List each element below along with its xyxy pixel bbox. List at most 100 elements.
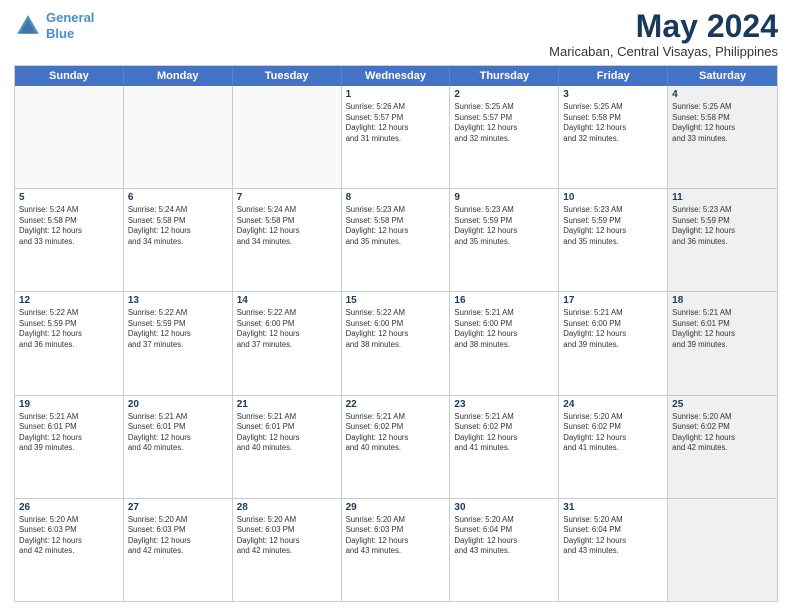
day-info: Sunrise: 5:21 AM Sunset: 6:01 PM Dayligh… [672,308,773,350]
logo-icon [14,12,42,40]
day-info: Sunrise: 5:21 AM Sunset: 6:01 PM Dayligh… [237,412,337,454]
day-number: 1 [346,89,446,100]
cal-cell-5: 5 Sunrise: 5:24 AM Sunset: 5:58 PM Daylig… [15,189,124,291]
header-day-thursday: Thursday [450,66,559,86]
day-number: 23 [454,399,554,410]
day-info: Sunrise: 5:22 AM Sunset: 6:00 PM Dayligh… [346,308,446,350]
cal-cell-8: 8 Sunrise: 5:23 AM Sunset: 5:58 PM Daylig… [342,189,451,291]
day-number: 25 [672,399,773,410]
day-number: 9 [454,192,554,203]
cal-cell-27: 27 Sunrise: 5:20 AM Sunset: 6:03 PM Dayli… [124,499,233,601]
header-day-saturday: Saturday [668,66,777,86]
day-number: 13 [128,295,228,306]
day-info: Sunrise: 5:22 AM Sunset: 5:59 PM Dayligh… [19,308,119,350]
day-number: 30 [454,502,554,513]
cal-cell-29: 29Sunrise: 5:20 AM Sunset: 6:03 PM Dayli… [342,499,451,601]
cal-cell-21: 21Sunrise: 5:21 AM Sunset: 6:01 PM Dayli… [233,396,342,498]
day-number: 17 [563,295,663,306]
day-number: 5 [19,192,119,203]
cal-cell-23: 23 Sunrise: 5:21 AM Sunset: 6:02 PM Dayli… [450,396,559,498]
cal-cell-22: 22Sunrise: 5:21 AM Sunset: 6:02 PM Dayli… [342,396,451,498]
cal-cell-13: 13Sunrise: 5:22 AM Sunset: 5:59 PM Dayli… [124,292,233,394]
day-info: Sunrise: 5:21 AM Sunset: 6:00 PM Dayligh… [454,308,554,350]
cal-cell-1: 1Sunrise: 5:26 AM Sunset: 5:57 PM Daylig… [342,86,451,188]
day-info: Sunrise: 5:20 AM Sunset: 6:04 PM Dayligh… [454,515,554,557]
cal-cell-10: 10 Sunrise: 5:23 AM Sunset: 5:59 PM Dayli… [559,189,668,291]
day-info: Sunrise: 5:21 AM Sunset: 6:01 PM Dayligh… [128,412,228,454]
header-day-sunday: Sunday [15,66,124,86]
cal-cell-20: 20 Sunrise: 5:21 AM Sunset: 6:01 PM Dayli… [124,396,233,498]
day-number: 4 [672,89,773,100]
page: General Blue May 2024 Maricaban, Central… [0,0,792,612]
cal-cell-4: 4 Sunrise: 5:25 AM Sunset: 5:58 PM Daylig… [668,86,777,188]
day-number: 28 [237,502,337,513]
cal-cell-30: 30 Sunrise: 5:20 AM Sunset: 6:04 PM Dayli… [450,499,559,601]
cal-cell-18: 18 Sunrise: 5:21 AM Sunset: 6:01 PM Dayli… [668,292,777,394]
cal-cell-empty [668,499,777,601]
cal-cell-17: 17Sunrise: 5:21 AM Sunset: 6:00 PM Dayli… [559,292,668,394]
day-info: Sunrise: 5:24 AM Sunset: 5:58 PM Dayligh… [237,205,337,247]
day-number: 20 [128,399,228,410]
calendar: SundayMondayTuesdayWednesdayThursdayFrid… [14,65,778,602]
day-info: Sunrise: 5:24 AM Sunset: 5:58 PM Dayligh… [128,205,228,247]
day-info: Sunrise: 5:24 AM Sunset: 5:58 PM Dayligh… [19,205,119,247]
day-number: 8 [346,192,446,203]
day-number: 24 [563,399,663,410]
day-number: 27 [128,502,228,513]
location: Maricaban, Central Visayas, Philippines [549,44,778,59]
logo: General Blue [14,10,94,41]
cal-row-0: 1Sunrise: 5:26 AM Sunset: 5:57 PM Daylig… [15,86,777,188]
header-day-wednesday: Wednesday [342,66,451,86]
cal-cell-28: 28 Sunrise: 5:20 AM Sunset: 6:03 PM Dayli… [233,499,342,601]
day-number: 18 [672,295,773,306]
day-info: Sunrise: 5:25 AM Sunset: 5:58 PM Dayligh… [672,102,773,144]
day-info: Sunrise: 5:23 AM Sunset: 5:59 PM Dayligh… [672,205,773,247]
month-year: May 2024 [549,10,778,42]
cal-row-1: 5 Sunrise: 5:24 AM Sunset: 5:58 PM Daylig… [15,188,777,291]
header-day-friday: Friday [559,66,668,86]
cal-cell-31: 31Sunrise: 5:20 AM Sunset: 6:04 PM Dayli… [559,499,668,601]
cal-cell-6: 6 Sunrise: 5:24 AM Sunset: 5:58 PM Daylig… [124,189,233,291]
calendar-body: 1Sunrise: 5:26 AM Sunset: 5:57 PM Daylig… [15,86,777,601]
day-info: Sunrise: 5:21 AM Sunset: 6:02 PM Dayligh… [346,412,446,454]
day-number: 19 [19,399,119,410]
cal-cell-9: 9 Sunrise: 5:23 AM Sunset: 5:59 PM Daylig… [450,189,559,291]
day-info: Sunrise: 5:25 AM Sunset: 5:58 PM Dayligh… [563,102,663,144]
cal-row-2: 12 Sunrise: 5:22 AM Sunset: 5:59 PM Dayli… [15,291,777,394]
day-number: 29 [346,502,446,513]
day-number: 10 [563,192,663,203]
day-info: Sunrise: 5:22 AM Sunset: 6:00 PM Dayligh… [237,308,337,350]
day-info: Sunrise: 5:23 AM Sunset: 5:59 PM Dayligh… [563,205,663,247]
header: General Blue May 2024 Maricaban, Central… [14,10,778,59]
day-number: 3 [563,89,663,100]
day-info: Sunrise: 5:21 AM Sunset: 6:02 PM Dayligh… [454,412,554,454]
cal-cell-empty [233,86,342,188]
day-info: Sunrise: 5:20 AM Sunset: 6:03 PM Dayligh… [128,515,228,557]
day-number: 11 [672,192,773,203]
day-info: Sunrise: 5:23 AM Sunset: 5:59 PM Dayligh… [454,205,554,247]
day-number: 14 [237,295,337,306]
day-number: 26 [19,502,119,513]
day-info: Sunrise: 5:20 AM Sunset: 6:02 PM Dayligh… [563,412,663,454]
cal-cell-2: 2Sunrise: 5:25 AM Sunset: 5:57 PM Daylig… [450,86,559,188]
day-info: Sunrise: 5:23 AM Sunset: 5:58 PM Dayligh… [346,205,446,247]
header-day-tuesday: Tuesday [233,66,342,86]
day-info: Sunrise: 5:20 AM Sunset: 6:03 PM Dayligh… [237,515,337,557]
day-info: Sunrise: 5:20 AM Sunset: 6:02 PM Dayligh… [672,412,773,454]
cal-row-3: 19 Sunrise: 5:21 AM Sunset: 6:01 PM Dayli… [15,395,777,498]
day-number: 6 [128,192,228,203]
cal-cell-16: 16 Sunrise: 5:21 AM Sunset: 6:00 PM Dayli… [450,292,559,394]
day-info: Sunrise: 5:20 AM Sunset: 6:03 PM Dayligh… [19,515,119,557]
header-day-monday: Monday [124,66,233,86]
day-number: 31 [563,502,663,513]
cal-cell-15: 15Sunrise: 5:22 AM Sunset: 6:00 PM Dayli… [342,292,451,394]
day-number: 16 [454,295,554,306]
day-number: 12 [19,295,119,306]
day-info: Sunrise: 5:25 AM Sunset: 5:57 PM Dayligh… [454,102,554,144]
cal-row-4: 26 Sunrise: 5:20 AM Sunset: 6:03 PM Dayli… [15,498,777,601]
cal-cell-7: 7 Sunrise: 5:24 AM Sunset: 5:58 PM Daylig… [233,189,342,291]
day-number: 7 [237,192,337,203]
cal-cell-19: 19 Sunrise: 5:21 AM Sunset: 6:01 PM Dayli… [15,396,124,498]
day-info: Sunrise: 5:21 AM Sunset: 6:01 PM Dayligh… [19,412,119,454]
title-block: May 2024 Maricaban, Central Visayas, Phi… [549,10,778,59]
